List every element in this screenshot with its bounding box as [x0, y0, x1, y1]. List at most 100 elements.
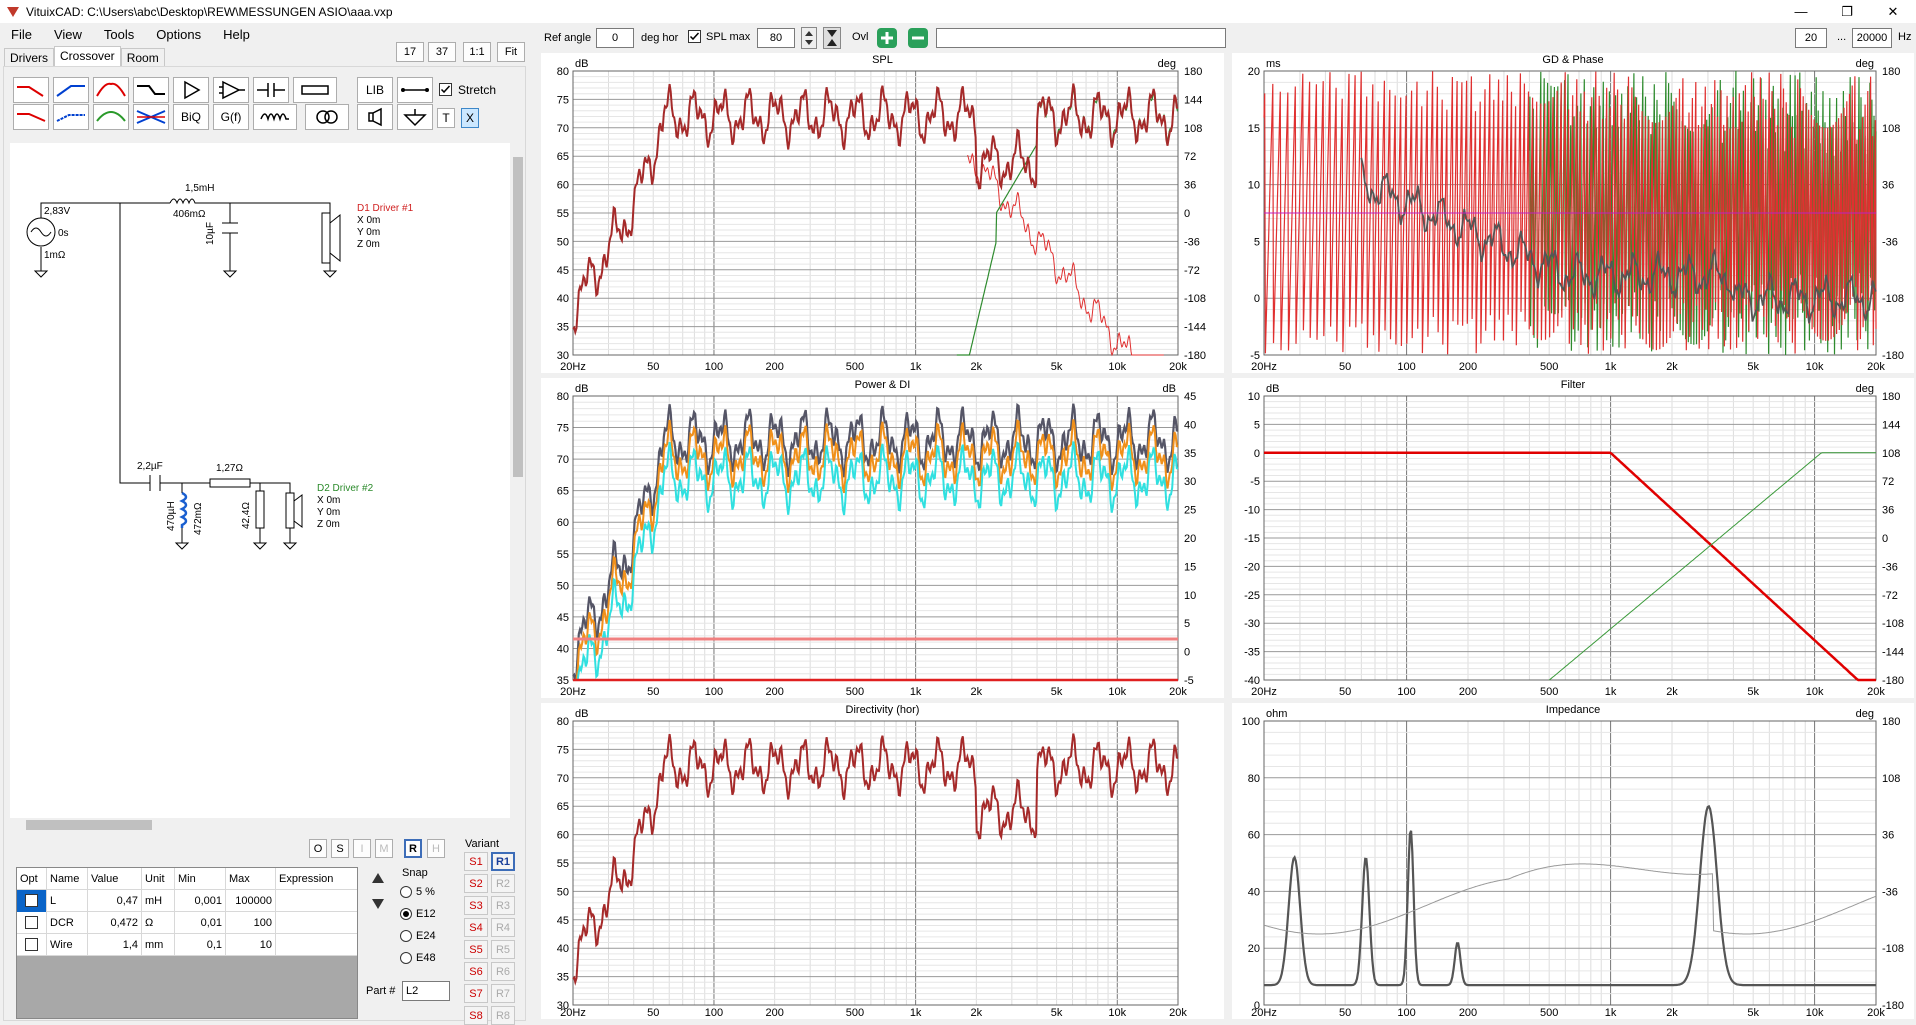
transformer-tool[interactable]: [305, 104, 349, 130]
chart-filter[interactable]: Filter 10 180 144 108 72 36 0 -36 -72 -108 -144 -180…: [1232, 378, 1914, 698]
library-button[interactable]: LIB: [357, 77, 393, 103]
vscroll-thumb[interactable]: [513, 157, 523, 477]
delete-tool-button[interactable]: X: [461, 108, 479, 128]
overlay-select[interactable]: [936, 28, 1226, 48]
resistor-r2-symbol[interactable]: [255, 490, 265, 529]
ctrl-r-button[interactable]: R: [404, 839, 422, 858]
d2-name[interactable]: D2 Driver #2: [317, 483, 373, 494]
zoom-fit-button[interactable]: Fit: [497, 42, 525, 62]
chart-imp[interactable]: Impedance 100 180 108 36 -36 -108 -180 80 60 40 20 0…: [1232, 703, 1914, 1019]
variant-r1-button[interactable]: R1: [491, 852, 515, 871]
variant-s7-button[interactable]: S7: [464, 984, 488, 1003]
snap-option-e48[interactable]: E48: [400, 952, 436, 965]
ctrl-m-button[interactable]: M: [375, 839, 393, 858]
driver-d2-symbol[interactable]: [285, 492, 303, 529]
driver-d1-symbol[interactable]: [321, 212, 341, 264]
chart-dir[interactable]: Directivity (hor) 80 75 70 65 60 55 50 45 40 35 30 2…: [541, 703, 1224, 1019]
ref-angle-input[interactable]: 0: [596, 28, 634, 48]
inductor-l1-symbol[interactable]: [169, 198, 198, 205]
capacitor-c1-symbol[interactable]: [222, 222, 238, 234]
variant-s1-button[interactable]: S1: [464, 852, 488, 871]
variant-s2-button[interactable]: S2: [464, 874, 488, 893]
d1-name[interactable]: D1 Driver #1: [357, 203, 413, 214]
spl-fit-button[interactable]: [823, 27, 841, 49]
move-down-button[interactable]: [368, 895, 388, 913]
schematic-hscroll[interactable]: [10, 818, 510, 832]
snap-option-5pct[interactable]: 5 %: [400, 886, 435, 899]
ctrl-s-button[interactable]: S: [331, 839, 349, 858]
resistor-r1-symbol[interactable]: [209, 478, 251, 488]
shelf-tool[interactable]: [133, 77, 169, 103]
peak-tool[interactable]: [93, 104, 129, 130]
zoom-17[interactable]: 17: [396, 42, 424, 62]
highpass-tool[interactable]: [53, 77, 89, 103]
lowpass2-tool[interactable]: [13, 104, 49, 130]
menu-file[interactable]: File: [0, 27, 43, 42]
snap-option-e24[interactable]: E24: [400, 930, 436, 943]
opt-checkbox[interactable]: [25, 894, 38, 907]
menu-view[interactable]: View: [43, 27, 93, 42]
tab-crossover[interactable]: Crossover: [54, 46, 121, 67]
freq-high-input[interactable]: 20000: [1852, 28, 1892, 48]
variant-s4-button[interactable]: S4: [464, 918, 488, 937]
menu-options[interactable]: Options: [145, 27, 212, 42]
variant-r2-button[interactable]: R2: [491, 874, 515, 893]
text-tool-button[interactable]: T: [437, 108, 455, 128]
wire-tool[interactable]: [397, 77, 433, 103]
lowpass-tool[interactable]: [13, 77, 49, 103]
freq-low-input[interactable]: 20: [1795, 28, 1827, 48]
spl-max-input[interactable]: 80: [757, 28, 795, 48]
overlay-add-button[interactable]: [876, 27, 898, 49]
inductor-tool[interactable]: [253, 104, 297, 130]
driver-tool[interactable]: [357, 104, 393, 130]
chart-spl[interactable]: SPL 80 180 144 108 72 36 0 -36 -72 -108 -144 -180 75 7…: [541, 53, 1224, 373]
ctrl-o-button[interactable]: O: [309, 839, 327, 858]
resistor-tool[interactable]: [293, 77, 337, 103]
hscroll-thumb[interactable]: [26, 820, 152, 830]
zoom-1to1-button[interactable]: 1:1: [463, 42, 491, 62]
ctrl-h-button[interactable]: H: [427, 839, 445, 858]
maximize-button[interactable]: ❐: [1824, 0, 1870, 23]
spl-max-checkbox[interactable]: [688, 30, 701, 46]
variant-r6-button[interactable]: R6: [491, 962, 515, 981]
stretch-checkbox[interactable]: [439, 83, 452, 99]
inductor-l2-symbol[interactable]: [179, 491, 188, 528]
overlay-remove-button[interactable]: [907, 27, 929, 49]
zoom-37[interactable]: 37: [428, 42, 456, 62]
schematic-vscroll[interactable]: [511, 143, 525, 818]
chart-power[interactable]: Power & DI 80 45 40 35 30 25 20 15 10 5 0 -5 75 70 65 60…: [541, 378, 1224, 698]
variant-s5-button[interactable]: S5: [464, 940, 488, 959]
ground-tool[interactable]: [397, 104, 433, 130]
variant-r5-button[interactable]: R5: [491, 940, 515, 959]
allpass-tool[interactable]: [133, 104, 169, 130]
table-row[interactable]: DCR 0,472 Ω 0,01 100: [17, 911, 357, 934]
close-button[interactable]: ✕: [1870, 0, 1916, 23]
minimize-button[interactable]: —: [1778, 0, 1824, 23]
move-up-button[interactable]: [368, 869, 388, 887]
variant-r8-button[interactable]: R8: [491, 1006, 515, 1025]
schematic-canvas[interactable]: 2,83V 0s 1mΩ 1,5mH 406mΩ 10µF D1 Driver …: [10, 143, 510, 821]
transfer-function-button[interactable]: G(f): [213, 104, 249, 130]
opt-checkbox[interactable]: [25, 916, 38, 929]
variant-s3-button[interactable]: S3: [464, 896, 488, 915]
opamp-tool[interactable]: [213, 77, 249, 103]
variant-r3-button[interactable]: R3: [491, 896, 515, 915]
opt-checkbox[interactable]: [25, 938, 38, 951]
variant-s8-button[interactable]: S8: [464, 1006, 488, 1025]
part-number-input[interactable]: L2: [402, 981, 450, 1001]
table-row[interactable]: L 0,47 mH 0,001 100000: [17, 889, 357, 912]
chart-gd[interactable]: GD & Phase 20 180 108 36 -36 -108 -180 15 10 5 0 -5 2…: [1232, 53, 1914, 373]
snap-option-e12[interactable]: E12: [400, 908, 436, 921]
variant-r4-button[interactable]: R4: [491, 918, 515, 937]
capacitor-c2-symbol[interactable]: [149, 475, 161, 491]
highpass2-tool[interactable]: [53, 104, 89, 130]
buffer-tool[interactable]: [173, 77, 209, 103]
biquad-button[interactable]: BiQ: [173, 104, 209, 130]
menu-tools[interactable]: Tools: [93, 27, 145, 42]
ctrl-i-button[interactable]: I: [353, 839, 371, 858]
capacitor-tool[interactable]: [253, 77, 289, 103]
variant-s6-button[interactable]: S6: [464, 962, 488, 981]
table-row[interactable]: Wire 1,4 mm 0,1 10: [17, 933, 357, 956]
menu-help[interactable]: Help: [212, 27, 261, 42]
variant-r7-button[interactable]: R7: [491, 984, 515, 1003]
